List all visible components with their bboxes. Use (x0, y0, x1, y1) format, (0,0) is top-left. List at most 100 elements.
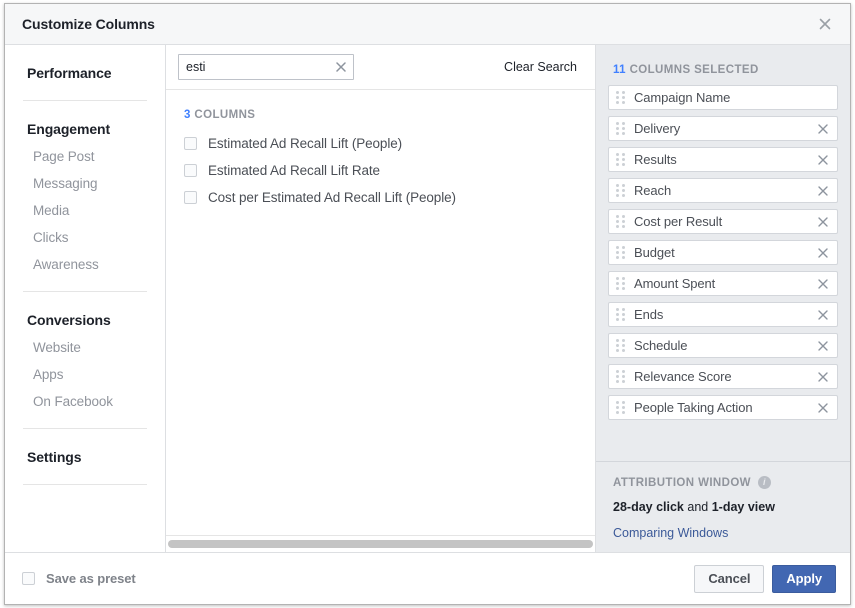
sidebar-item-messaging[interactable]: Messaging (23, 170, 147, 197)
drag-handle-icon[interactable] (616, 184, 625, 197)
sidebar-item-media[interactable]: Media (23, 197, 147, 224)
selected-column-label: Budget (634, 245, 816, 260)
search-row: Clear Search (166, 45, 595, 90)
selected-column-label: People Taking Action (634, 400, 816, 415)
sidebar-group-performance: Performance (5, 45, 165, 87)
sidebar-group-conversions: Conversions Website Apps On Facebook (5, 292, 165, 415)
sidebar-item-on-facebook[interactable]: On Facebook (23, 388, 147, 415)
attribution-click-value: 28-day click (613, 500, 684, 514)
sidebar-heading-conversions[interactable]: Conversions (23, 292, 147, 334)
drag-handle-icon[interactable] (616, 91, 625, 104)
result-checkbox[interactable] (184, 164, 197, 177)
selected-column-label: Results (634, 152, 816, 167)
drag-handle-icon[interactable] (616, 215, 625, 228)
dialog-titlebar: Customize Columns (5, 4, 850, 45)
footer-buttons: Cancel Apply (694, 565, 836, 593)
sidebar-heading-settings[interactable]: Settings (23, 429, 147, 471)
selected-column-label: Amount Spent (634, 276, 816, 291)
cancel-button[interactable]: Cancel (694, 565, 764, 593)
remove-column-icon[interactable] (816, 153, 829, 166)
selected-column-chip[interactable]: Schedule (608, 333, 838, 358)
remove-column-icon[interactable] (816, 184, 829, 197)
sidebar-divider (23, 484, 147, 485)
remove-column-icon[interactable] (816, 246, 829, 259)
drag-handle-icon[interactable] (616, 277, 625, 290)
selected-column-chip[interactable]: Amount Spent (608, 271, 838, 296)
save-as-preset-control[interactable]: Save as preset (22, 571, 136, 586)
results-count-number: 3 (184, 109, 191, 121)
result-label: Estimated Ad Recall Lift Rate (208, 163, 380, 178)
result-checkbox[interactable] (184, 137, 197, 150)
selected-column-chip[interactable]: Reach (608, 178, 838, 203)
remove-column-icon[interactable] (816, 215, 829, 228)
dialog-title: Customize Columns (22, 16, 814, 32)
selected-column-label: Cost per Result (634, 214, 816, 229)
selected-columns-list: 11 COLUMNS SELECTED Campaign Name Delive… (596, 45, 850, 461)
selected-count-label: 11 COLUMNS SELECTED (608, 45, 838, 85)
sidebar-item-page-post[interactable]: Page Post (23, 143, 147, 170)
attribution-view-value: 1-day view (712, 500, 775, 514)
selected-column-label: Delivery (634, 121, 816, 136)
remove-column-icon[interactable] (816, 339, 829, 352)
search-input[interactable] (179, 55, 353, 79)
remove-column-icon[interactable] (816, 401, 829, 414)
selected-column-chip[interactable]: Results (608, 147, 838, 172)
horizontal-scrollbar-thumb[interactable] (168, 540, 593, 548)
selected-column-chip[interactable]: People Taking Action (608, 395, 838, 420)
results-count-suffix: COLUMNS (194, 109, 255, 121)
apply-button[interactable]: Apply (772, 565, 836, 593)
info-icon[interactable]: i (758, 476, 771, 489)
sidebar-item-apps[interactable]: Apps (23, 361, 147, 388)
customize-columns-dialog: Customize Columns Performance Engagement… (4, 3, 851, 605)
clear-search-button[interactable]: Clear Search (504, 60, 577, 74)
results-count-label: 3 COLUMNS (166, 90, 595, 127)
sidebar-item-awareness[interactable]: Awareness (23, 251, 147, 278)
close-icon[interactable] (814, 13, 836, 35)
drag-handle-icon[interactable] (616, 122, 625, 135)
screenshot-root: Customize Columns Performance Engagement… (0, 0, 855, 608)
selected-column-label: Campaign Name (634, 90, 829, 105)
save-as-preset-checkbox[interactable] (22, 572, 35, 585)
selected-column-chip[interactable]: Relevance Score (608, 364, 838, 389)
comparing-windows-link[interactable]: Comparing Windows (613, 514, 838, 540)
dialog-footer: Save as preset Cancel Apply (5, 552, 850, 604)
attribution-window-section: ATTRIBUTION WINDOW i 28-day click and 1-… (596, 461, 850, 552)
remove-column-icon[interactable] (816, 370, 829, 383)
drag-handle-icon[interactable] (616, 153, 625, 166)
selected-column-chip[interactable]: Budget (608, 240, 838, 265)
sidebar-item-clicks[interactable]: Clicks (23, 224, 147, 251)
remove-column-icon[interactable] (816, 277, 829, 290)
selected-column-chip[interactable]: Cost per Result (608, 209, 838, 234)
category-sidebar: Performance Engagement Page Post Messagi… (5, 45, 166, 552)
result-checkbox[interactable] (184, 191, 197, 204)
sidebar-group-engagement: Engagement Page Post Messaging Media Cli… (5, 101, 165, 278)
selected-count-number: 11 (613, 64, 626, 76)
drag-handle-icon[interactable] (616, 339, 625, 352)
result-item[interactable]: Cost per Estimated Ad Recall Lift (Peopl… (166, 184, 595, 211)
result-label: Estimated Ad Recall Lift (People) (208, 136, 402, 151)
selected-column-label: Relevance Score (634, 369, 816, 384)
dialog-body: Performance Engagement Page Post Messagi… (5, 45, 850, 552)
search-box[interactable] (178, 54, 354, 80)
attribution-conjunction: and (684, 500, 712, 514)
drag-handle-icon[interactable] (616, 401, 625, 414)
attribution-window-value: 28-day click and 1-day view (613, 489, 838, 514)
sidebar-heading-engagement[interactable]: Engagement (23, 101, 147, 143)
selected-columns-panel: 11 COLUMNS SELECTED Campaign Name Delive… (596, 45, 850, 552)
remove-column-icon[interactable] (816, 308, 829, 321)
sidebar-heading-performance[interactable]: Performance (23, 45, 147, 87)
drag-handle-icon[interactable] (616, 246, 625, 259)
results-list: Estimated Ad Recall Lift (People) Estima… (166, 127, 595, 535)
remove-column-icon[interactable] (816, 122, 829, 135)
attribution-window-heading: ATTRIBUTION WINDOW i (613, 476, 838, 489)
sidebar-item-website[interactable]: Website (23, 334, 147, 361)
horizontal-scrollbar[interactable] (166, 535, 595, 552)
selected-column-chip[interactable]: Ends (608, 302, 838, 327)
drag-handle-icon[interactable] (616, 308, 625, 321)
search-clear-icon[interactable] (334, 60, 348, 74)
result-item[interactable]: Estimated Ad Recall Lift Rate (166, 157, 595, 184)
selected-column-chip[interactable]: Campaign Name (608, 85, 838, 110)
selected-column-chip[interactable]: Delivery (608, 116, 838, 141)
result-item[interactable]: Estimated Ad Recall Lift (People) (166, 130, 595, 157)
drag-handle-icon[interactable] (616, 370, 625, 383)
